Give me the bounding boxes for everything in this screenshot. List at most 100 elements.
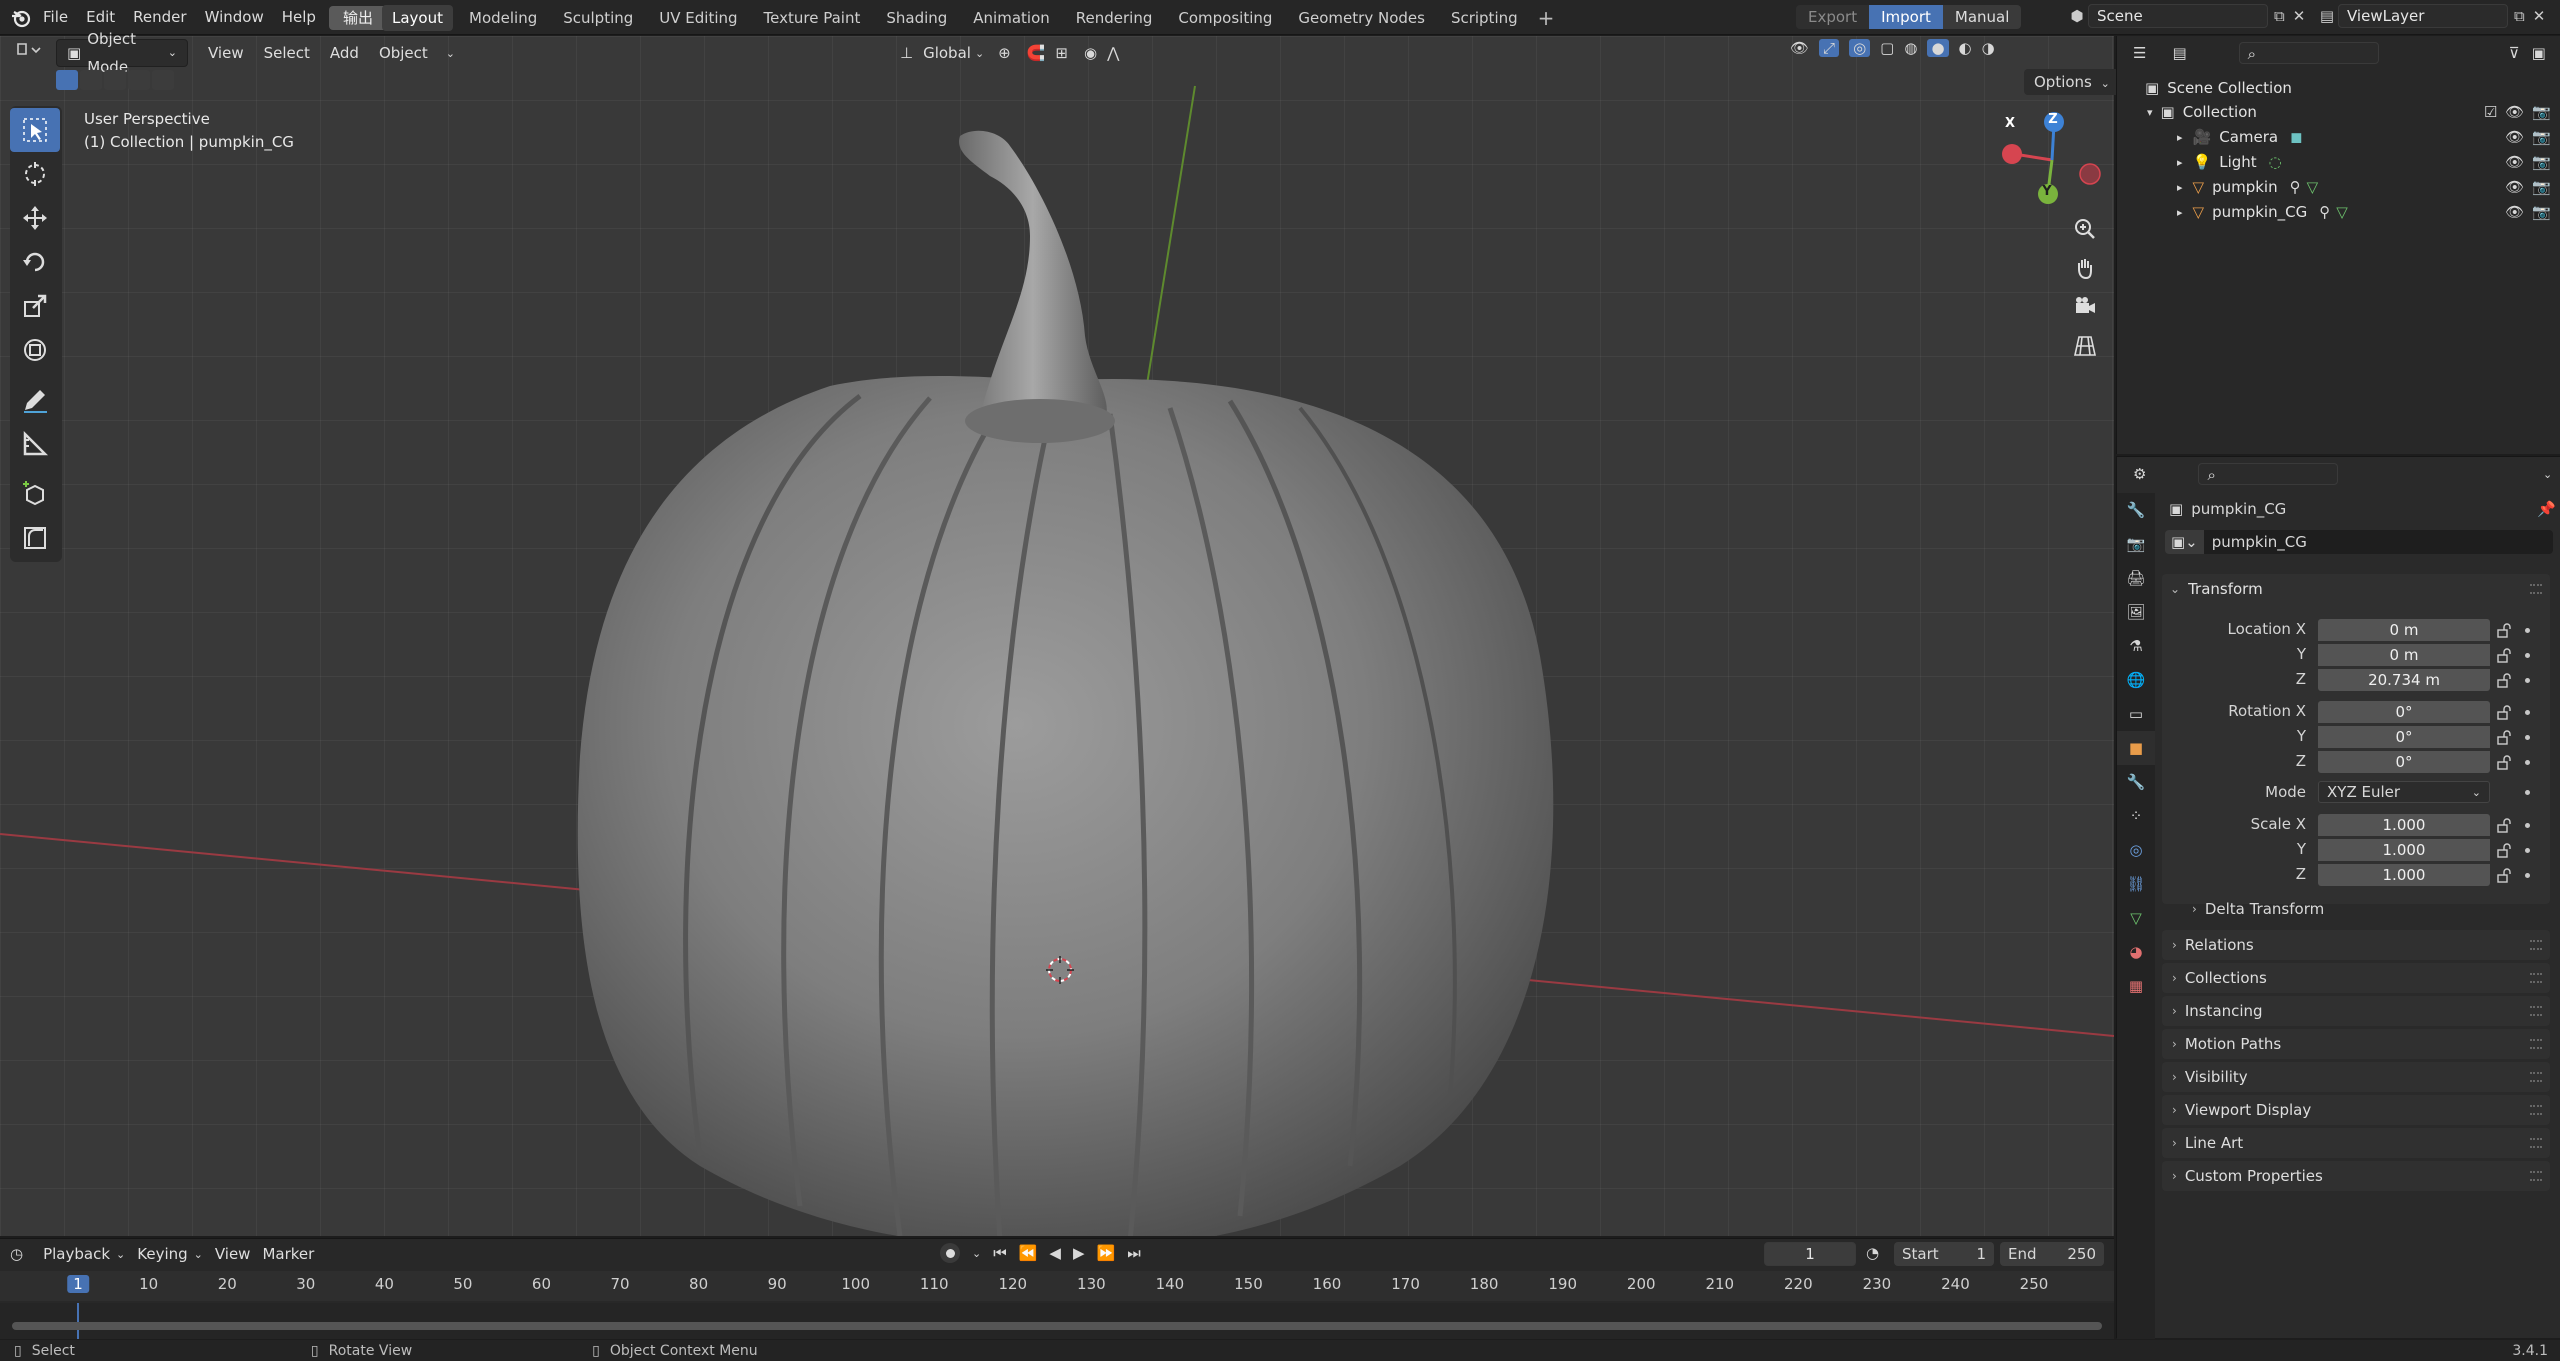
end-frame-field[interactable]: End 250 bbox=[2000, 1242, 2104, 1266]
frame-tick-170[interactable]: 170 bbox=[1391, 1275, 1420, 1293]
menu-select[interactable]: Select bbox=[254, 39, 320, 67]
transform-orientation-dropdown[interactable]: Global bbox=[919, 39, 975, 67]
wireframe-shading-icon[interactable]: ◍ bbox=[1904, 39, 1917, 57]
frame-tick-40[interactable]: 40 bbox=[375, 1275, 394, 1293]
import-button[interactable]: Import bbox=[1869, 5, 1943, 29]
manual-button[interactable]: Manual bbox=[1942, 5, 2022, 29]
select-new-icon[interactable] bbox=[56, 70, 78, 90]
object-tab-icon[interactable]: ■ bbox=[2117, 731, 2155, 765]
xray-icon[interactable]: ▢ bbox=[1880, 39, 1894, 57]
frame-tick-110[interactable]: 110 bbox=[920, 1275, 949, 1293]
menu-view[interactable]: View bbox=[198, 39, 254, 67]
menu-add[interactable]: Add bbox=[320, 39, 369, 67]
blender-logo-icon[interactable] bbox=[8, 0, 34, 35]
frame-tick-180[interactable]: 180 bbox=[1470, 1275, 1499, 1293]
drag-handle-icon[interactable] bbox=[2530, 1006, 2542, 1016]
tab-modeling[interactable]: Modeling bbox=[459, 5, 547, 31]
select-subtract-icon[interactable] bbox=[104, 70, 126, 90]
scale-tool[interactable] bbox=[10, 284, 60, 328]
unlock-icon[interactable] bbox=[2496, 842, 2512, 858]
motion-paths-panel[interactable]: › Motion Paths bbox=[2162, 1029, 2550, 1059]
expand-down-icon[interactable]: ▾ bbox=[2147, 106, 2153, 119]
expand-right-icon[interactable]: ▸ bbox=[2177, 156, 2183, 169]
unlock-icon[interactable] bbox=[2496, 817, 2512, 833]
eye-icon[interactable]: 👁 bbox=[2505, 178, 2524, 196]
keyframe-dot-icon[interactable] bbox=[2525, 760, 2530, 765]
measure-tool[interactable] bbox=[10, 422, 60, 466]
select-invert-icon[interactable] bbox=[128, 70, 150, 90]
constraints-tab-icon[interactable]: ⛓ bbox=[2117, 867, 2155, 901]
delete-scene-icon[interactable]: ✕ bbox=[2293, 7, 2306, 25]
timeline-editor-type-icon[interactable]: ◷ bbox=[10, 1245, 23, 1263]
drag-handle-icon[interactable] bbox=[2530, 1039, 2542, 1049]
gizmo-x-label[interactable]: X bbox=[2003, 116, 2017, 131]
editor-type-button[interactable] bbox=[6, 39, 52, 67]
drag-handle-icon[interactable] bbox=[2530, 1171, 2542, 1181]
keyframe-track[interactable] bbox=[0, 1303, 2114, 1339]
unlock-icon[interactable] bbox=[2496, 647, 2512, 663]
new-collection-icon[interactable]: ▣ bbox=[2532, 44, 2546, 62]
frame-tick-200[interactable]: 200 bbox=[1627, 1275, 1656, 1293]
custom-properties-panel[interactable]: › Custom Properties bbox=[2162, 1161, 2550, 1191]
drag-handle-icon[interactable] bbox=[2530, 940, 2542, 950]
delta-transform-subpanel[interactable]: › Delta Transform bbox=[2192, 900, 2324, 918]
keyframe-dot-icon[interactable] bbox=[2525, 678, 2530, 683]
viewport-display-panel[interactable]: › Viewport Display bbox=[2162, 1095, 2550, 1125]
keyframe-dot-icon[interactable] bbox=[2525, 848, 2530, 853]
collections-panel[interactable]: › Collections bbox=[2162, 963, 2550, 993]
eye-icon[interactable]: 👁 bbox=[2505, 153, 2524, 171]
frame-tick-1[interactable]: 1 bbox=[67, 1275, 89, 1293]
frame-tick-50[interactable]: 50 bbox=[453, 1275, 472, 1293]
scene-tab-icon[interactable]: ⚗ bbox=[2117, 629, 2155, 663]
camera-render-icon[interactable]: 📷 bbox=[2532, 153, 2551, 171]
chevron-down-icon[interactable]: ⌄ bbox=[446, 47, 455, 60]
tab-scripting[interactable]: Scripting bbox=[1441, 5, 1528, 31]
start-frame-field[interactable]: Start 1 bbox=[1894, 1242, 1994, 1266]
keyframe-dot-icon[interactable] bbox=[2525, 628, 2530, 633]
unlock-icon[interactable] bbox=[2496, 704, 2512, 720]
new-viewlayer-icon[interactable]: ⧉ bbox=[2514, 7, 2525, 25]
transform-tool[interactable] bbox=[10, 328, 60, 372]
tab-texture-paint[interactable]: Texture Paint bbox=[754, 5, 871, 31]
relations-panel[interactable]: › Relations bbox=[2162, 930, 2550, 960]
frame-tick-130[interactable]: 130 bbox=[1077, 1275, 1106, 1293]
rotation-z-field[interactable]: 0° bbox=[2318, 751, 2490, 773]
menu-marker[interactable]: Marker bbox=[256, 1240, 320, 1268]
menu-window[interactable]: Window bbox=[196, 0, 273, 35]
properties-search-input[interactable]: ⌕ bbox=[2198, 463, 2339, 485]
frame-tick-80[interactable]: 80 bbox=[689, 1275, 708, 1293]
gizmo-y-label[interactable]: Y bbox=[2040, 184, 2054, 199]
keyframe-dot-icon[interactable] bbox=[2525, 653, 2530, 658]
scale-x-field[interactable]: 1.000 bbox=[2318, 814, 2490, 836]
delete-viewlayer-icon[interactable]: ✕ bbox=[2533, 7, 2546, 25]
location-x-field[interactable]: 0 m bbox=[2318, 619, 2490, 641]
visibility-panel[interactable]: › Visibility bbox=[2162, 1062, 2550, 1092]
frame-tick-230[interactable]: 230 bbox=[1863, 1275, 1892, 1293]
chevron-down-icon[interactable]: ⌄ bbox=[2543, 468, 2552, 481]
mode-dropdown[interactable]: ▣ Object Mode ⌄ bbox=[56, 30, 188, 76]
data-tab-icon[interactable]: ▽ bbox=[2117, 901, 2155, 935]
menu-file[interactable]: File bbox=[34, 0, 77, 35]
world-tab-icon[interactable]: 🌐 bbox=[2117, 663, 2155, 697]
tool-tab-icon[interactable]: 🔧 bbox=[2117, 493, 2155, 527]
tab-sculpting[interactable]: Sculpting bbox=[553, 5, 643, 31]
keyframe-dot-icon[interactable] bbox=[2525, 790, 2530, 795]
drag-handle-icon[interactable] bbox=[2530, 584, 2542, 594]
instancing-panel[interactable]: › Instancing bbox=[2162, 996, 2550, 1026]
outliner-item-pumpkin-cg[interactable]: ▸ ▽ pumpkin_CG ⚲ ▽ 👁 📷 bbox=[2117, 200, 2560, 224]
material-shading-icon[interactable]: ◐ bbox=[1959, 39, 1972, 57]
keyframe-dot-icon[interactable] bbox=[2525, 735, 2530, 740]
3d-viewport[interactable]: X Y Z bbox=[0, 36, 2114, 1236]
outliner-item-light[interactable]: ▸ 💡 Light ◌ 👁 📷 bbox=[2117, 150, 2560, 174]
snap-icon[interactable]: 🧲 bbox=[1027, 44, 1046, 62]
new-scene-icon[interactable]: ⧉ bbox=[2274, 7, 2285, 25]
options-button[interactable]: Options ⌄ bbox=[2024, 69, 2120, 95]
material-tab-icon[interactable]: ◕ bbox=[2117, 935, 2155, 969]
rotation-y-field[interactable]: 0° bbox=[2318, 726, 2490, 748]
location-z-field[interactable]: 20.734 m bbox=[2318, 669, 2490, 691]
outliner-editor-type-icon[interactable]: ☰ bbox=[2133, 44, 2146, 62]
add-workspace-icon[interactable]: + bbox=[1534, 6, 1559, 30]
frame-tick-120[interactable]: 120 bbox=[998, 1275, 1027, 1293]
frame-tick-150[interactable]: 150 bbox=[1234, 1275, 1263, 1293]
keyframe-dot-icon[interactable] bbox=[2525, 873, 2530, 878]
